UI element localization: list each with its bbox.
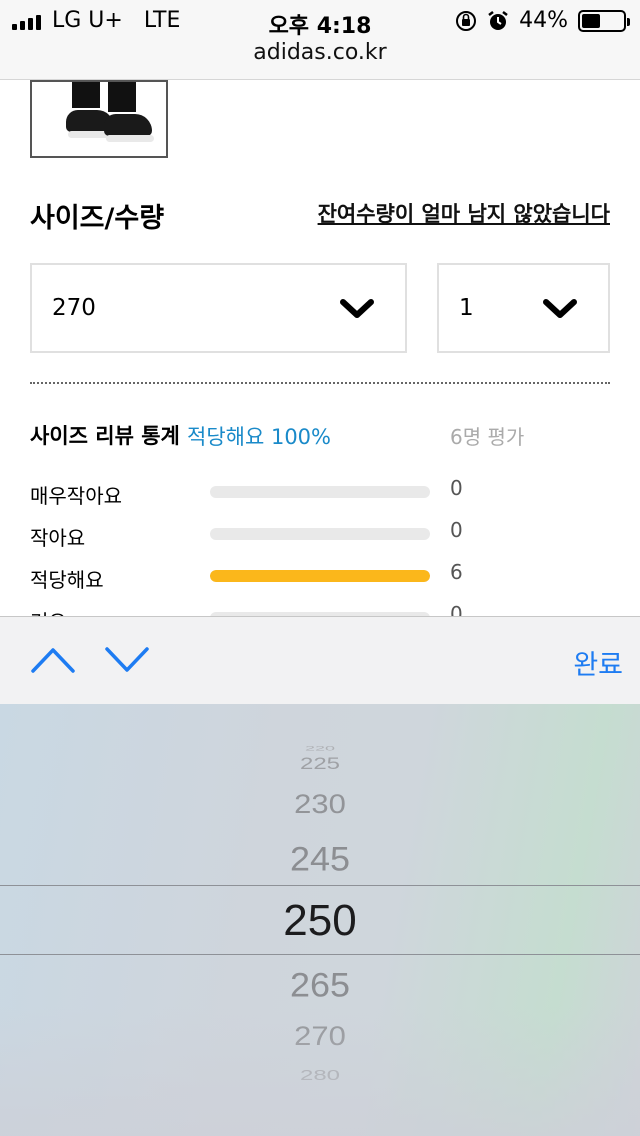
stat-count: 0 [450,518,463,542]
stat-label: 작아요 [30,526,86,550]
picker-option[interactable]: 245 [0,839,640,879]
chevron-up-icon[interactable] [30,643,76,677]
stat-row-very-small: 매우작아요 0 [30,476,610,510]
stock-notice-link[interactable]: 잔여수량이 얼마 남지 않았습니다 [318,198,610,228]
quantity-select[interactable]: 1 [437,263,610,353]
stat-bar [210,528,430,540]
done-button[interactable]: 완료 [573,643,623,682]
chevron-down-icon[interactable] [104,643,150,677]
battery-icon [578,9,630,32]
picker-toolbar: 완료 [0,616,640,704]
review-rating-count: 6명 평가 [450,425,525,449]
picker-option[interactable]: 265 [0,965,640,1005]
address-bar-url[interactable]: adidas.co.kr [0,40,640,65]
picker-option[interactable]: 230 [0,788,640,820]
picker-option[interactable]: 280 [0,1068,640,1085]
stat-row-small: 작아요 0 [30,518,610,552]
picker-option[interactable]: 225 [0,754,640,774]
stat-count: 6 [450,560,463,584]
stat-count: 0 [450,476,463,500]
alarm-icon [488,10,508,30]
chevron-down-icon [543,299,577,318]
section-divider [30,382,610,384]
stat-bar [210,570,430,582]
stat-label: 매우작아요 [30,484,122,508]
picker-selected-option[interactable]: 250 [0,896,640,946]
rotation-lock-icon [456,10,477,31]
stat-row-fit: 적당해요 6 [30,560,610,594]
chevron-down-icon [340,299,374,318]
picker-selection-bottom-line [0,954,640,955]
size-select[interactable]: 270 [30,263,407,353]
stat-bar [210,486,430,498]
picker-selection-top-line [0,885,640,886]
product-thumbnail[interactable] [30,80,168,158]
picker-option[interactable]: 270 [0,1020,640,1052]
review-fit-summary: 적당해요 100% [187,425,331,449]
size-quantity-title: 사이즈/수량 [30,203,165,234]
stat-label: 적당해요 [30,568,104,592]
size-select-value: 270 [52,295,96,321]
battery-percent: 44% [519,8,568,33]
quantity-select-value: 1 [459,295,474,321]
picker-option[interactable]: 220 [0,745,640,752]
review-stats-title: 사이즈 리뷰 통계 [30,424,180,448]
status-bar: LG U+ LTE 오후 4:18 44% adidas.co.kr [0,0,640,80]
size-picker-wheel[interactable]: 220 225 230 245 250 265 270 280 [0,704,640,1136]
